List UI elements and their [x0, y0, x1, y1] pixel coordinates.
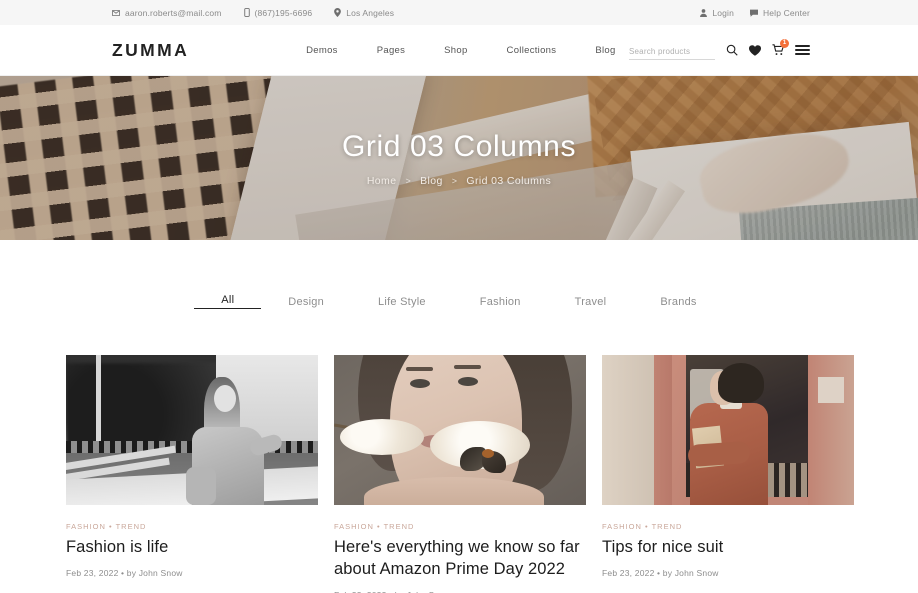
filter-tab-all[interactable]: All	[194, 294, 262, 309]
blog-post-card: FASHION • TREND Here's everything we kno…	[334, 355, 586, 593]
post-title[interactable]: Tips for nice suit	[602, 537, 854, 559]
filter-tab-fashion[interactable]: Fashion	[453, 296, 548, 308]
hamburger-menu-icon[interactable]	[795, 44, 810, 56]
nav-item-demos[interactable]: Demos	[306, 45, 338, 56]
contact-phone[interactable]: (867)195-6696	[243, 7, 313, 18]
main-navigation: Demos Pages Shop Collections Blog	[306, 45, 615, 56]
post-meta: Feb 23, 2022 • by John Snow	[66, 567, 183, 578]
post-category[interactable]: FASHION • TREND	[334, 522, 586, 531]
breadcrumb: Home > Blog > Grid 03 Columns	[367, 175, 551, 187]
post-category[interactable]: FASHION • TREND	[66, 522, 318, 531]
site-header: ZUMMA Demos Pages Shop Collections Blog …	[0, 25, 918, 76]
filter-tab-brands[interactable]: Brands	[633, 296, 723, 308]
help-center-link[interactable]: Help Center	[749, 7, 810, 18]
blog-post-card: FASHION • TREND Fashion is life Feb 23, …	[66, 355, 318, 593]
post-title[interactable]: Here's everything we know so far about A…	[334, 537, 586, 581]
chat-bubble-icon	[749, 9, 758, 17]
filter-tab-design[interactable]: Design	[261, 296, 351, 308]
header-actions: 1	[629, 39, 810, 60]
post-meta: Feb 23, 2022 • by John Snow	[334, 590, 586, 593]
nav-item-blog[interactable]: Blog	[595, 45, 615, 56]
post-thumbnail-tips-for-nice-suit[interactable]	[602, 355, 854, 505]
breadcrumb-item-home[interactable]: Home	[367, 175, 397, 187]
post-category[interactable]: FASHION • TREND	[602, 522, 854, 531]
hero-banner: Grid 03 Columns Home > Blog > Grid 03 Co…	[0, 76, 918, 240]
contact-phone-label: (867)195-6696	[254, 7, 313, 18]
mobile-phone-icon	[243, 8, 250, 17]
breadcrumb-item-current: Grid 03 Columns	[466, 174, 552, 187]
search-button[interactable]	[726, 44, 738, 56]
cart-button[interactable]: 1	[772, 39, 789, 56]
top-bar-contact-group: aaron.roberts@mail.com (867)195-6696 Los…	[112, 8, 394, 18]
filter-tab-travel[interactable]: Travel	[548, 296, 634, 308]
user-icon	[700, 8, 708, 17]
top-bar-account-group: Login Help Center	[700, 8, 810, 18]
help-center-label: Help Center	[762, 7, 810, 18]
breadcrumb-separator: >	[405, 175, 412, 186]
envelope-icon	[112, 9, 120, 17]
map-pin-icon	[334, 8, 342, 17]
hero-content: Grid 03 Columns Home > Blog > Grid 03 Co…	[0, 76, 918, 240]
cart-count-badge: 1	[780, 39, 789, 48]
nav-item-pages[interactable]: Pages	[377, 45, 405, 56]
top-bar: aaron.roberts@mail.com (867)195-6696 Los…	[0, 0, 918, 25]
contact-location[interactable]: Los Angeles	[334, 8, 394, 18]
site-logo[interactable]: ZUMMA	[112, 40, 189, 61]
nav-item-collections[interactable]: Collections	[507, 45, 557, 56]
contact-email-label: aaron.roberts@mail.com	[125, 7, 222, 18]
login-label: Login	[712, 7, 734, 18]
search-field-wrapper	[629, 41, 715, 60]
breadcrumb-item-blog[interactable]: Blog	[420, 175, 443, 187]
search-input[interactable]	[629, 44, 715, 60]
wishlist-button[interactable]	[749, 44, 761, 56]
login-link[interactable]: Login	[700, 8, 734, 18]
breadcrumb-separator: >	[451, 175, 458, 186]
post-thumbnail-fashion-is-life[interactable]	[66, 355, 318, 505]
contact-email[interactable]: aaron.roberts@mail.com	[112, 8, 222, 18]
category-filter-tabs: All Design Life Style Fashion Travel Bra…	[0, 240, 918, 309]
blog-post-card: FASHION • TREND Tips for nice suit Feb 2…	[602, 355, 854, 593]
post-meta: Feb 23, 2022 • by John Snow	[602, 567, 719, 578]
post-thumbnail-amazon-prime-day[interactable]	[334, 355, 586, 505]
post-title[interactable]: Fashion is life	[66, 537, 318, 559]
contact-location-label: Los Angeles	[346, 7, 395, 18]
page-title: Grid 03 Columns	[341, 129, 577, 163]
filter-tab-life-style[interactable]: Life Style	[351, 296, 453, 308]
blog-post-grid: FASHION • TREND Fashion is life Feb 23, …	[0, 309, 918, 593]
nav-item-shop[interactable]: Shop	[444, 45, 467, 56]
